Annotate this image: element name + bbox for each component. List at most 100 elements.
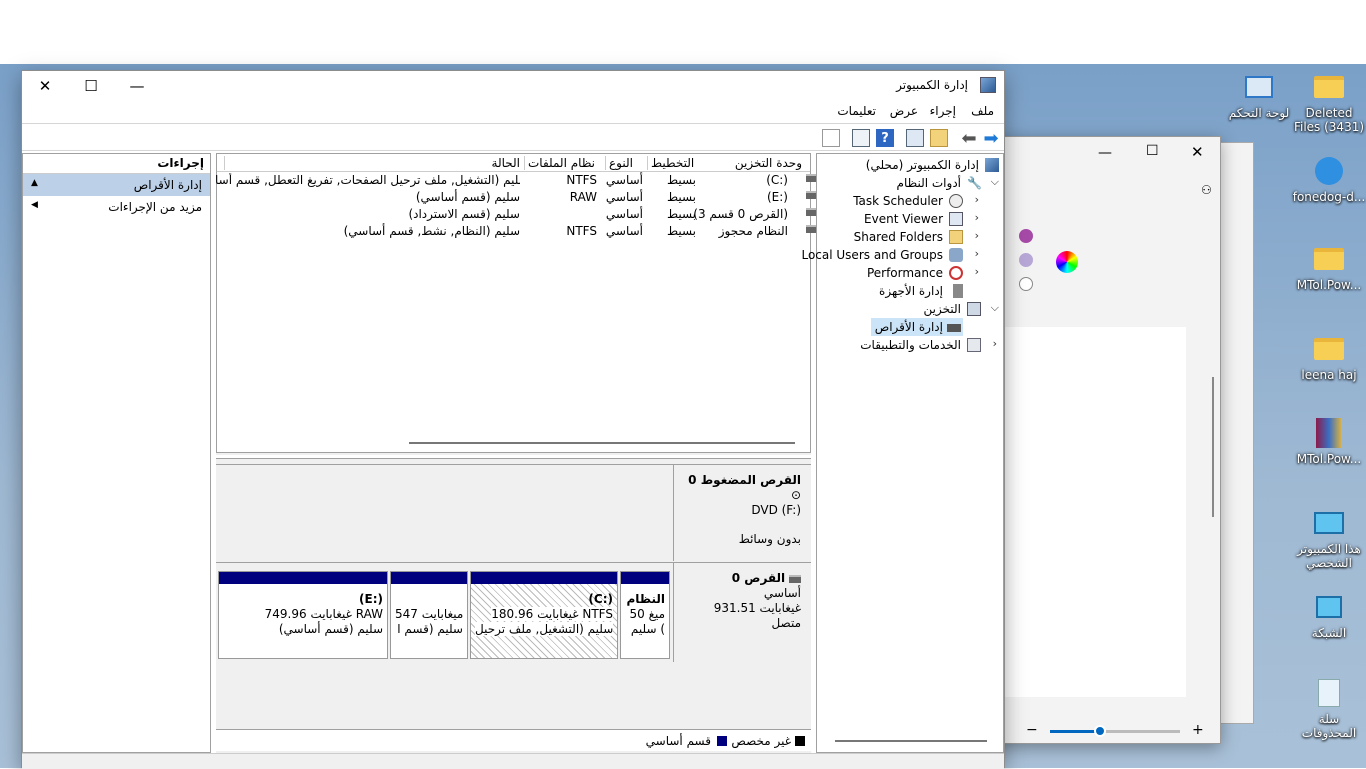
tree-event-viewer[interactable]: › Event Viewer (815, 210, 1001, 228)
desktop-icon-mtol-folder[interactable]: MTol.Pow... (1291, 244, 1366, 292)
close-button[interactable]: ✕ (22, 71, 68, 101)
maximize-button[interactable]: ☐ (68, 71, 114, 101)
partition-c[interactable]: (C:) 180.96 غيغابايت NTFS سليم (التشغيل, م… (470, 571, 618, 659)
cdrom-label[interactable]: القرص المضغوط 0 ⊙ DVD (F:) بدون وسائط (673, 465, 811, 561)
chevron-right-icon[interactable]: › (975, 211, 979, 224)
desktop-icon-deleted-files[interactable]: Deleted Files (3431) (1291, 72, 1366, 134)
properties-icon[interactable] (852, 129, 870, 147)
maximize-icon[interactable]: ☐ (1146, 143, 1159, 159)
chevron-right-icon[interactable]: › (975, 193, 979, 206)
close-icon[interactable]: ✕ (1191, 143, 1204, 161)
back-icon[interactable]: ⬅ (960, 128, 978, 149)
tree-storage[interactable]: ⌵ التخزين (815, 300, 1001, 318)
cell-fs: NTFS (566, 173, 597, 187)
cell-volume: (القرص 0 قسم 3) (693, 207, 788, 221)
scrollbar[interactable] (1212, 377, 1214, 517)
help-icon[interactable]: ? (876, 129, 894, 147)
column-volume[interactable]: وحدة التخزين (732, 156, 802, 170)
tools-icon: 🔧 (967, 176, 982, 190)
column-layout[interactable]: التخطيط (647, 156, 702, 170)
partition-size: 180.96 غيغابايت NTFS (491, 607, 613, 621)
action-more-actions[interactable]: مزيد من الإجراءات ◀ (23, 196, 210, 218)
tree-label: Task Scheduler (853, 194, 943, 208)
color-swatch[interactable] (1019, 229, 1033, 243)
partition-size: 50 ميغ (629, 607, 665, 621)
horizontal-scrollbar[interactable] (409, 442, 795, 444)
disk0-label[interactable]: القرص 0 أساسي 931.51 غيغابايت متصل (673, 563, 811, 662)
partition-size: 749.96 غيغابايت RAW (264, 607, 383, 621)
color-swatch[interactable] (1019, 277, 1033, 291)
shapes-icon[interactable]: ⚇ (1201, 183, 1212, 197)
splitter[interactable] (216, 455, 811, 459)
computer-management-window: ✕ ☐ — إدارة الكمبيوتر ملف إجراء عرض تعلي… (21, 70, 1005, 769)
menu-view[interactable]: عرض (890, 104, 918, 118)
tree-local-users[interactable]: › Local Users and Groups (801, 246, 1001, 264)
color-picker-icon[interactable] (1056, 251, 1078, 273)
cdrom-name: القرص المضغوط 0 (688, 473, 801, 487)
tree-label: إدارة الكمبيوتر (محلي) (865, 158, 979, 172)
zoom-slider[interactable] (1050, 725, 1180, 737)
collapse-arrow-icon[interactable]: ▲ (31, 178, 202, 188)
tree-task-scheduler[interactable]: › Task Scheduler (815, 192, 1001, 210)
chevron-right-icon[interactable]: › (993, 337, 997, 350)
menu-help[interactable]: تعليمات (837, 104, 876, 118)
partition-system[interactable]: النظام 50 ميغ سليم ( (620, 571, 670, 659)
tree-label: إدارة الأقراص (874, 320, 943, 334)
chevron-right-icon[interactable]: › (975, 265, 979, 278)
table-row[interactable]: (القرص 0 قسم 3) بسيط أساسي سليم (قسم الا… (217, 206, 818, 223)
canvas[interactable] (986, 327, 1186, 697)
export-icon[interactable] (822, 129, 840, 147)
partition-recovery[interactable]: 547 ميغابايت سليم (قسم ا (390, 571, 468, 659)
desktop-icon-control-panel[interactable]: لوحة التحكم (1221, 72, 1297, 120)
forward-icon[interactable]: ➡ (982, 128, 1000, 149)
cell-type: أساسي (605, 207, 643, 221)
desktop-icon-this-pc[interactable]: هذا الكمبيوتر الشخصي (1291, 508, 1366, 570)
menu-action[interactable]: إجراء (930, 104, 956, 118)
action-disk-management[interactable]: إدارة الأقراص ▲ (23, 174, 210, 196)
desktop-icon-label: سلة المحذوفات (1301, 712, 1357, 740)
tree-performance[interactable]: › Performance (815, 264, 1001, 282)
chevron-right-icon[interactable]: › (975, 229, 979, 242)
folder-icon (1314, 76, 1344, 98)
show-hide-tree-icon[interactable] (906, 129, 924, 147)
desktop-icon-fonedog[interactable]: fonedog-d... (1291, 156, 1366, 204)
tree-disk-management[interactable]: إدارة الأقراص (871, 318, 963, 336)
minimize-button[interactable]: — (114, 71, 160, 101)
horizontal-scrollbar[interactable] (835, 740, 987, 742)
window-title: إدارة الكمبيوتر (896, 78, 968, 92)
column-filesystem[interactable]: نظام الملفات (524, 156, 604, 170)
tree-system-tools[interactable]: ⌵ 🔧 أدوات النظام (815, 174, 1001, 192)
up-folder-icon[interactable] (930, 129, 948, 147)
zoom-out-icon[interactable]: − (1026, 722, 1038, 738)
color-swatch[interactable] (1019, 253, 1033, 267)
desktop-icon-network[interactable]: الشبكة (1291, 592, 1366, 640)
tree-device-manager[interactable]: إدارة الأجهزة (815, 282, 1001, 300)
shared-folder-icon (949, 230, 963, 244)
table-row[interactable]: (E:) بسيط أساسي RAW سليم (قسم أساسي) (217, 189, 818, 206)
table-row[interactable]: النظام محجوز بسيط أساسي NTFS سليم (النظا… (217, 223, 818, 240)
tree-root[interactable]: إدارة الكمبيوتر (محلي) (815, 156, 1001, 174)
partition-e[interactable]: (E:) 749.96 غيغابايت RAW سليم (قسم أساسي) (218, 571, 388, 659)
desktop-icon-winrar[interactable]: MTol.Pow... (1291, 418, 1366, 466)
chevron-right-icon[interactable]: › (975, 247, 979, 260)
partition-title: (C:) (588, 592, 613, 606)
zoom-in-icon[interactable]: + (1192, 722, 1204, 738)
column-type[interactable]: النوع (605, 156, 648, 170)
cdrom-area (216, 465, 672, 561)
legend-unallocated: غير مخصص (731, 734, 791, 748)
recycle-bin-icon (1312, 678, 1346, 708)
menu-file[interactable]: ملف (971, 104, 994, 118)
table-row[interactable]: (C:) بسيط أساسي NTFS سليم (التشغيل, ملف … (215, 172, 818, 189)
cell-status: سليم (التشغيل, ملف ترحيل الصفحات, تفريغ … (215, 173, 520, 187)
chevron-down-icon[interactable]: ⌵ (991, 301, 999, 315)
control-panel-icon (1242, 72, 1276, 102)
tree-shared-folders[interactable]: › Shared Folders (815, 228, 1001, 246)
status-bar (22, 753, 1004, 769)
event-viewer-icon (949, 212, 963, 226)
minimize-icon[interactable]: — (1098, 145, 1112, 161)
desktop-icon-recycle-bin[interactable]: سلة المحذوفات (1291, 678, 1366, 740)
desktop-icon-leena[interactable]: leena haj (1291, 334, 1366, 382)
tree-services[interactable]: › الخدمات والتطبيقات (815, 336, 1001, 354)
column-status[interactable]: الحالة (224, 156, 524, 170)
chevron-down-icon[interactable]: ⌵ (991, 175, 999, 189)
